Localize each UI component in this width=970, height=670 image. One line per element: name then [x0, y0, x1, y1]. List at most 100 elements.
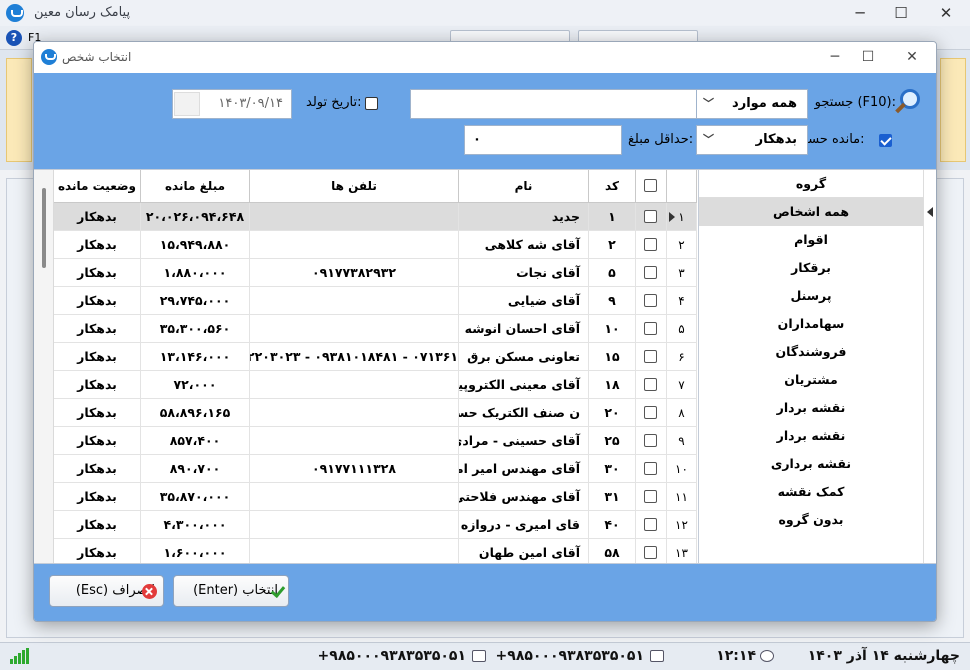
cell-status: بدهکار: [54, 287, 141, 315]
table-row[interactable]: بدهکار ۸۹۰،۷۰۰ ۰۹۱۷۷۱۱۱۳۲۸ آقای مهندس امیر …: [54, 455, 697, 483]
birth-date-checkbox[interactable]: [365, 97, 378, 110]
group-item[interactable]: کمک نقشه: [699, 478, 923, 506]
table-row[interactable]: بدهکار ۲۰،۰۲۶،۰۹۴،۶۴۸ جدید ۱ ۱: [54, 203, 697, 231]
row-checkbox[interactable]: [644, 406, 657, 419]
row-number: ۴: [667, 287, 697, 315]
help-icon[interactable]: ?: [6, 30, 22, 46]
cell-phones: [250, 399, 459, 427]
select-all-checkbox[interactable]: [644, 179, 657, 192]
row-number: ۵: [667, 315, 697, 343]
cell-amount: ۷۲،۰۰۰: [141, 371, 250, 399]
min-amount-input[interactable]: ۰: [464, 125, 622, 155]
cell-status: بدهکار: [54, 231, 141, 259]
table-row[interactable]: بدهکار ۸۵۷،۴۰۰ آقای حسینی - مرادی ۲۵ ۹: [54, 427, 697, 455]
grid-vertical-scrollbar[interactable]: [34, 170, 54, 563]
table-row[interactable]: بدهکار۴،۳۰۰،۰۰۰ قای امیری - دروازه سعدی۴۰…: [54, 511, 697, 539]
col-header-name[interactable]: نام: [459, 170, 589, 203]
cell-name: آقای شه کلاهی: [459, 231, 589, 259]
status-date: چهارشنبه ۱۴ آذر ۱۴۰۳: [807, 648, 960, 664]
group-item[interactable]: بدون گروه: [699, 506, 923, 534]
group-item[interactable]: نقشه برداری: [699, 450, 923, 478]
table-row[interactable]: بدهکار ۳۵،۸۷۰،۰۰۰ آقای مهندس فلاحتی ۳۱ ۱۱: [54, 483, 697, 511]
cell-phones: [250, 315, 459, 343]
cell-name: قای امیری - دروازه سعدی: [459, 511, 589, 539]
cell-amount: ۸۵۷،۴۰۰: [141, 427, 250, 455]
row-number: ۱۲: [667, 511, 697, 539]
cell-code: ۱: [589, 203, 636, 231]
row-number: ۱۱: [667, 483, 697, 511]
cancel-button[interactable]: انصراف (Esc): [49, 575, 164, 607]
balance-checkbox[interactable]: [879, 134, 892, 147]
row-checkbox[interactable]: [644, 238, 657, 251]
date-picker-icon[interactable]: [174, 92, 200, 116]
line-add-icon: [650, 650, 664, 662]
balance-type-select[interactable]: بدهکار ﹀: [696, 125, 808, 155]
row-checkbox[interactable]: [644, 462, 657, 475]
group-item[interactable]: نقشه بردار: [699, 394, 923, 422]
group-header: گروه: [699, 170, 923, 198]
cell-phones: [250, 287, 459, 315]
group-item[interactable]: سهامداران: [699, 310, 923, 338]
cell-select: [636, 455, 667, 483]
table-row[interactable]: بدهکار ۳۵،۳۰۰،۵۶۰ آقای احسان انوشه ۱۰ ۵: [54, 315, 697, 343]
table-row[interactable]: بدهکار ۲۹،۷۴۵،۰۰۰ آقای ضیایی ۹ ۴: [54, 287, 697, 315]
table-row[interactable]: بدهکار۵۸،۸۹۶،۱۶۵ ن صنف الکتریک حساب۲۰ ۸: [54, 399, 697, 427]
status-time: ۱۲:۱۴: [716, 648, 756, 664]
search-input[interactable]: [410, 89, 697, 119]
row-checkbox[interactable]: [644, 266, 657, 279]
cell-code: ۵۸: [589, 539, 636, 563]
group-item[interactable]: مشتریان: [699, 366, 923, 394]
row-checkbox[interactable]: [644, 378, 657, 391]
dialog-close-icon[interactable]: ✕: [901, 47, 923, 67]
cell-name: آقای معینی الکتروپیک: [459, 371, 589, 399]
row-checkbox[interactable]: [644, 518, 657, 531]
cell-status: بدهکار: [54, 315, 141, 343]
col-header-amount[interactable]: مبلغ مانده: [141, 170, 250, 203]
cell-select: [636, 399, 667, 427]
col-header-phones[interactable]: تلفن ها: [250, 170, 459, 203]
cell-phones: [250, 231, 459, 259]
cell-select: [636, 483, 667, 511]
group-item[interactable]: همه اشخاص: [699, 198, 923, 226]
row-checkbox[interactable]: [644, 322, 657, 335]
cell-amount: ۳۵،۳۰۰،۵۶۰: [141, 315, 250, 343]
table-row[interactable]: بدهکار۱۳،۱۴۶،۰۰۰۰۷۱۳۶۱ - ۰۹۳۸۱۰۱۸۴۸۱ - ۰…: [54, 343, 697, 371]
table-row[interactable]: بدهکار۷۲،۰۰۰ آقای معینی الکتروپیک۱۸ ۷: [54, 371, 697, 399]
group-item[interactable]: پرسنل: [699, 282, 923, 310]
search-scope-select[interactable]: همه موارد ﹀: [696, 89, 808, 119]
app-title: پیامک رسان معین: [34, 5, 131, 20]
dialog-maximize-icon[interactable]: ☐: [857, 47, 879, 67]
group-item[interactable]: نقشه بردار: [699, 422, 923, 450]
cell-select: [636, 287, 667, 315]
group-item[interactable]: اقوام: [699, 226, 923, 254]
maximize-icon[interactable]: ☐: [889, 3, 913, 23]
minimize-icon[interactable]: ─: [848, 3, 872, 23]
search-icon[interactable]: [894, 87, 924, 117]
table-row[interactable]: بدهکار ۱،۶۰۰،۰۰۰ آقای امین طهان ۵۸ ۱۳: [54, 539, 697, 563]
row-checkbox[interactable]: [644, 490, 657, 503]
app-logo-icon: [6, 4, 24, 22]
cell-code: ۲۵: [589, 427, 636, 455]
cell-code: ۲۰: [589, 399, 636, 427]
col-header-select-all[interactable]: [636, 170, 667, 203]
dialog-minimize-icon[interactable]: ─: [824, 47, 846, 67]
cell-status: بدهکار: [54, 455, 141, 483]
group-item[interactable]: برقکار: [699, 254, 923, 282]
row-checkbox[interactable]: [644, 350, 657, 363]
table-row[interactable]: بدهکار ۱۵،۹۴۹،۸۸۰ آقای شه کلاهی ۲ ۲: [54, 231, 697, 259]
dialog-title: انتخاب شخص: [62, 50, 132, 64]
table-row[interactable]: بدهکار ۱،۸۸۰،۰۰۰ ۰۹۱۷۷۳۸۲۹۳۲ آقای نجات ۵ ۳: [54, 259, 697, 287]
row-checkbox[interactable]: [644, 210, 657, 223]
close-icon[interactable]: ✕: [934, 3, 958, 23]
group-current-arrow-icon: [927, 207, 933, 217]
row-checkbox[interactable]: [644, 294, 657, 307]
cell-phones: [250, 427, 459, 455]
row-number: ۶: [667, 343, 697, 371]
row-checkbox[interactable]: [644, 546, 657, 559]
row-checkbox[interactable]: [644, 434, 657, 447]
col-header-code[interactable]: کد: [589, 170, 636, 203]
group-item[interactable]: فروشندگان: [699, 338, 923, 366]
col-header-status[interactable]: وضعیت مانده: [54, 170, 141, 203]
cell-amount: ۲۹،۷۴۵،۰۰۰: [141, 287, 250, 315]
select-button[interactable]: انتخاب (Enter): [173, 575, 289, 607]
